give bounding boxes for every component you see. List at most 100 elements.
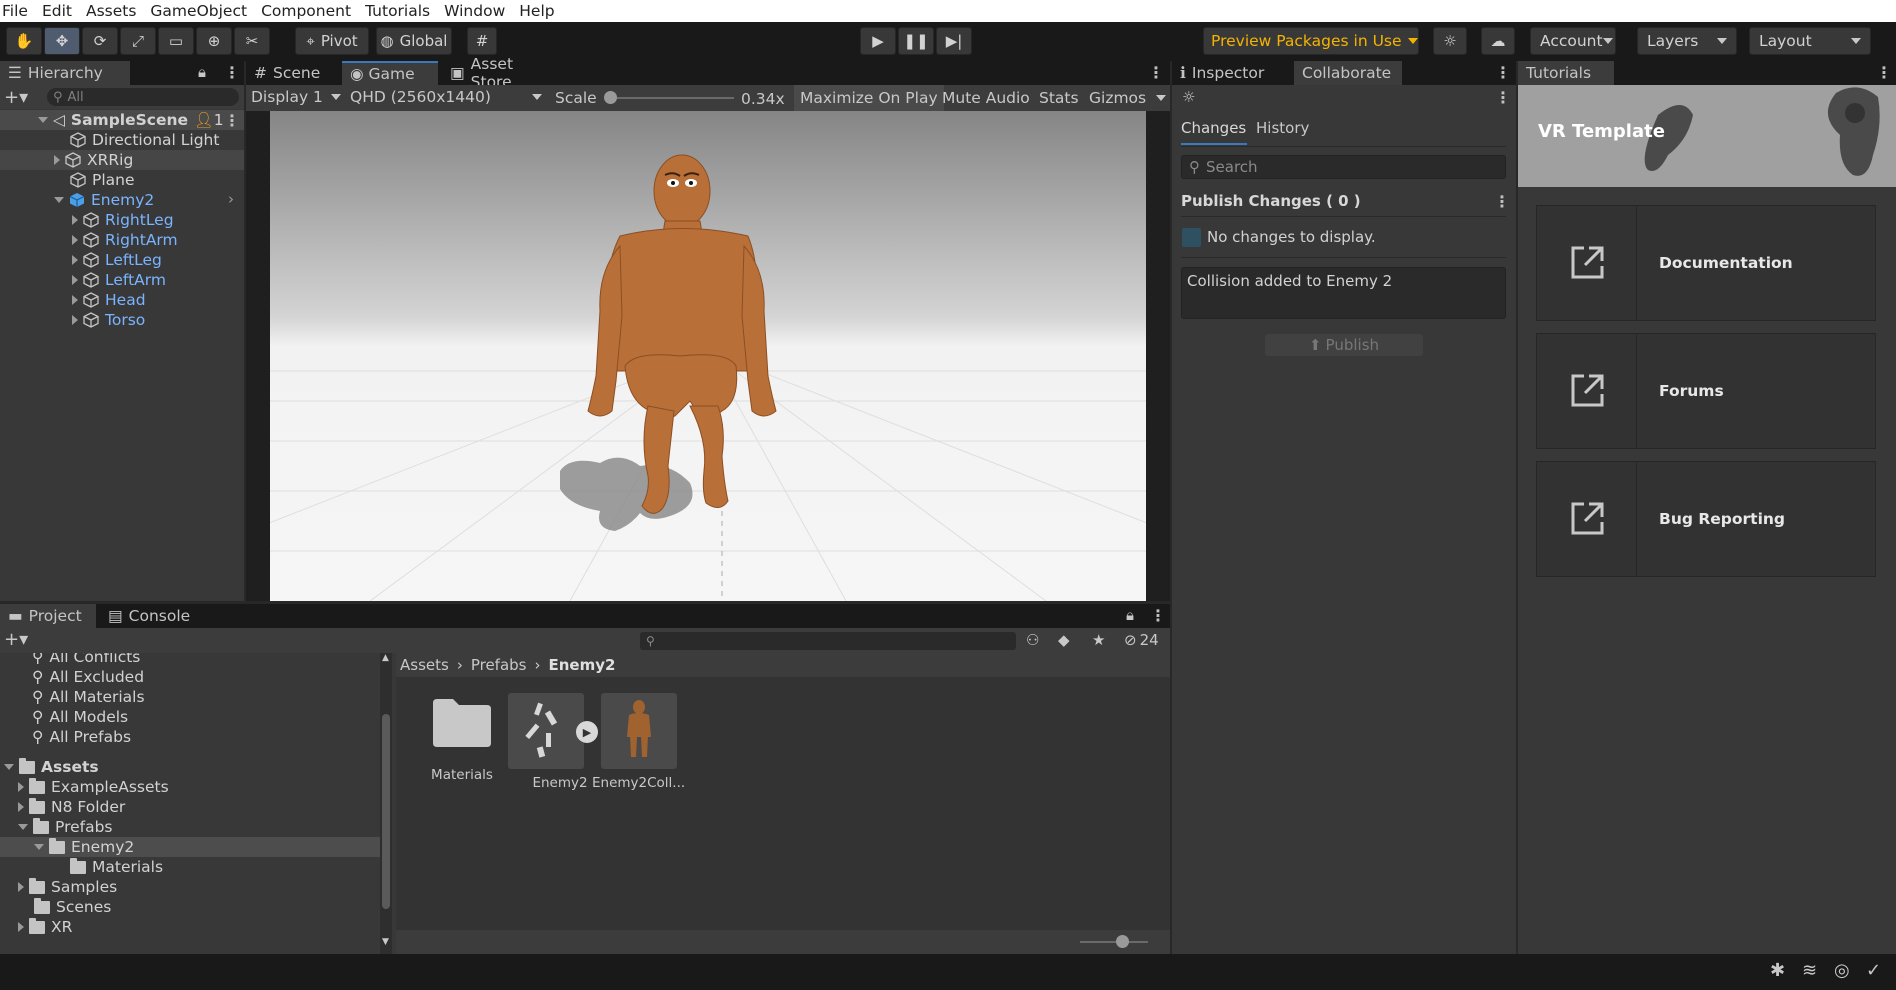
global-button[interactable]: ◍ Global — [376, 27, 452, 55]
project-search-input[interactable]: ⚲ — [640, 632, 1016, 650]
breadcrumb-enemy2[interactable]: Enemy2 — [549, 656, 616, 674]
tab-project[interactable]: ▬ Project — [0, 604, 96, 628]
tree-samples[interactable]: Samples — [18, 877, 117, 897]
menu-file[interactable]: File — [2, 2, 28, 20]
menu-tutorials[interactable]: Tutorials — [365, 2, 430, 20]
move-tool-button[interactable]: ✥ — [44, 27, 80, 55]
resolution-dropdown[interactable]: QHD (2560x1440) — [350, 88, 546, 106]
mute-audio-toggle[interactable]: Mute Audio — [936, 85, 1036, 111]
favorite-all-materials[interactable]: ⚲ All Materials — [32, 687, 145, 707]
menu-component[interactable]: Component — [261, 2, 351, 20]
menu-window[interactable]: Window — [444, 2, 505, 20]
hierarchy-item-torso[interactable]: Torso — [72, 310, 145, 330]
hierarchy-item-rightarm[interactable]: RightArm — [72, 230, 178, 250]
breadcrumb-assets[interactable]: Assets — [400, 656, 449, 674]
layers-stack-icon[interactable]: ≋ — [1802, 960, 1817, 981]
game-viewport[interactable] — [270, 111, 1146, 601]
pivot-button[interactable]: ⌖ Pivot — [295, 27, 369, 55]
tree-materials[interactable]: Materials — [70, 857, 163, 877]
kebab-menu-icon[interactable]: ⋮ — [1495, 88, 1511, 107]
vr-template-banner[interactable]: VR Template — [1518, 85, 1896, 187]
play-button[interactable]: ▶ — [860, 27, 896, 55]
breadcrumb-prefabs[interactable]: Prefabs — [471, 656, 527, 674]
gizmos-dropdown[interactable]: Gizmos — [1083, 85, 1172, 111]
commit-message-input[interactable]: Collision added to Enemy 2 — [1181, 267, 1506, 319]
kebab-menu-icon[interactable]: ⋮ — [224, 63, 240, 82]
scene-kebab-icon[interactable]: ⋮ — [224, 111, 240, 130]
tab-game[interactable]: ◉ Game — [342, 61, 438, 85]
menu-help[interactable]: Help — [519, 2, 554, 20]
stats-toggle[interactable]: Stats — [1033, 85, 1085, 111]
tree-scenes[interactable]: Scenes — [34, 897, 111, 917]
scroll-down-icon[interactable]: ▼ — [382, 937, 389, 947]
asset-enemy2-collision[interactable]: Enemy2Coll... — [592, 693, 685, 791]
hierarchy-item-rightleg[interactable]: RightLeg — [72, 210, 174, 230]
publish-button[interactable]: ⬆ Publish — [1265, 334, 1423, 356]
favorite-all-conflicts[interactable]: ⚲ All Conflicts — [32, 653, 140, 667]
tree-n8-folder[interactable]: N8 Folder — [18, 797, 125, 817]
cache-server-icon[interactable]: ◎ — [1834, 960, 1850, 981]
tree-assets[interactable]: Assets — [4, 757, 99, 777]
step-button[interactable]: ▶| — [936, 27, 972, 55]
grid-snap-button[interactable]: # — [467, 27, 497, 55]
scale-slider-thumb[interactable] — [604, 91, 617, 104]
account-dropdown[interactable]: Account — [1530, 27, 1616, 55]
pause-button[interactable]: ❚❚ — [898, 27, 934, 55]
gear-icon[interactable]: ☼ — [1182, 88, 1195, 106]
favorite-all-models[interactable]: ⚲ All Models — [32, 707, 128, 727]
lock-icon[interactable]: 🔒︎ — [198, 63, 206, 81]
tab-changes[interactable]: Changes — [1181, 119, 1247, 145]
lock-icon[interactable]: 🔒︎ — [1126, 606, 1134, 624]
tab-history[interactable]: History — [1256, 119, 1309, 137]
add-icon[interactable]: +▾ — [4, 87, 28, 108]
documentation-card[interactable]: Documentation — [1536, 205, 1876, 321]
scroll-up-icon[interactable]: ▲ — [382, 653, 389, 663]
add-icon[interactable]: +▾ — [4, 629, 28, 650]
hierarchy-item-enemy2[interactable]: Enemy2 — [54, 190, 154, 210]
cloud-button[interactable]: ☁ — [1481, 27, 1515, 55]
menu-assets[interactable]: Assets — [86, 2, 136, 20]
tree-exampleassets[interactable]: ExampleAssets — [18, 777, 169, 797]
transform-tool-button[interactable]: ⊕ — [196, 27, 232, 55]
hidden-packages-toggle[interactable]: ⊘ 24 — [1124, 631, 1159, 649]
scrollbar-thumb[interactable] — [382, 714, 390, 909]
tree-scrollbar[interactable]: ▲ ▼ — [380, 653, 392, 954]
bug-icon[interactable]: ✱ — [1770, 960, 1785, 981]
asset-materials[interactable]: Materials — [422, 693, 502, 783]
tab-inspector[interactable]: ℹ Inspector — [1172, 61, 1294, 85]
select-all-checkbox[interactable] — [1182, 228, 1201, 247]
hierarchy-item-xrrig[interactable]: XRRig — [54, 150, 133, 170]
kebab-menu-icon[interactable]: ⋮ — [1150, 606, 1166, 625]
icon-size-slider-thumb[interactable] — [1116, 935, 1129, 948]
hierarchy-item-plane[interactable]: Plane — [70, 170, 135, 190]
tag-icon[interactable]: ◆ — [1058, 631, 1070, 649]
rotate-tool-button[interactable]: ⟳ — [82, 27, 118, 55]
chevron-right-icon[interactable]: › — [228, 190, 234, 208]
filter-type-icon[interactable]: ⚇ — [1026, 631, 1039, 649]
tab-console[interactable]: ▤ Console — [100, 604, 200, 628]
tab-scene[interactable]: # Scene — [246, 61, 342, 85]
scale-tool-button[interactable]: ⤢ — [120, 27, 156, 55]
services-button[interactable]: ☼ — [1433, 27, 1467, 55]
bug-reporting-card[interactable]: Bug Reporting — [1536, 461, 1876, 577]
favorite-all-prefabs[interactable]: ⚲ All Prefabs — [32, 727, 131, 747]
rect-tool-button[interactable]: ▭ — [158, 27, 194, 55]
hierarchy-search-input[interactable]: ⚲ All — [47, 88, 239, 106]
kebab-menu-icon[interactable]: ⋮ — [1494, 192, 1510, 211]
tab-asset-store[interactable]: ▣ Asset Store — [442, 55, 558, 91]
collab-status-icon[interactable]: ✓ — [1866, 960, 1881, 981]
menu-edit[interactable]: Edit — [42, 2, 72, 20]
tab-collaborate[interactable]: Collaborate — [1294, 61, 1402, 85]
favorite-all-excluded[interactable]: ⚲ All Excluded — [32, 667, 144, 687]
tree-xr[interactable]: XR — [18, 917, 72, 937]
kebab-menu-icon[interactable]: ⋮ — [1876, 63, 1892, 82]
hierarchy-item-directional-light[interactable]: Directional Light — [70, 130, 219, 150]
hierarchy-item-head[interactable]: Head — [72, 290, 146, 310]
tree-prefabs[interactable]: Prefabs — [18, 817, 113, 837]
maximize-on-play-toggle[interactable]: Maximize On Play — [794, 85, 944, 111]
star-icon[interactable]: ★ — [1092, 631, 1105, 649]
hierarchy-item-leftarm[interactable]: LeftArm — [72, 270, 166, 290]
menu-gameobject[interactable]: GameObject — [150, 2, 247, 20]
scene-row[interactable]: ◁ SampleScene 👤︎ 1 — [38, 110, 224, 130]
tab-tutorials[interactable]: Tutorials — [1518, 61, 1614, 85]
